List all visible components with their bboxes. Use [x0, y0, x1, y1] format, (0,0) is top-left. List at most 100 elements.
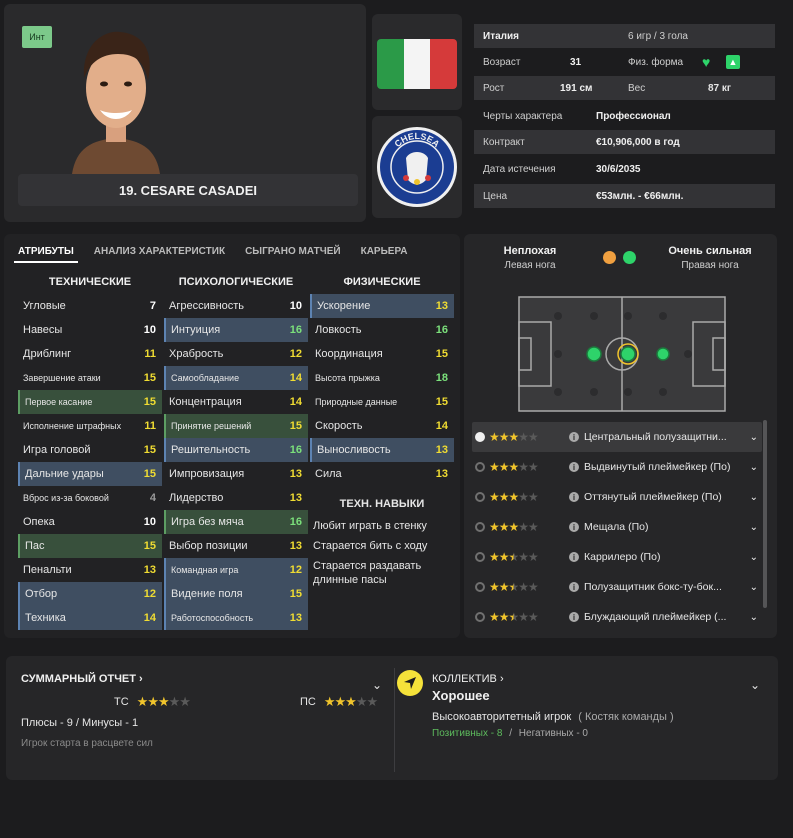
chevron-down-icon[interactable]: ⌄	[750, 462, 758, 473]
team-title[interactable]: КОЛЛЕКТИВ ›	[432, 673, 504, 685]
summary-expand-chevron-icon[interactable]: ⌄	[372, 678, 382, 692]
attribute-row[interactable]: Храбрость 12	[164, 342, 308, 366]
nation-flag-panel[interactable]	[372, 14, 462, 110]
attribute-value: 4	[149, 492, 156, 504]
attribute-row[interactable]: Ловкость 16	[310, 318, 454, 342]
role-radio[interactable]	[475, 522, 485, 532]
tab-career[interactable]: КАРЬЕРА	[357, 242, 412, 263]
attribute-row[interactable]: Агрессивность 10	[164, 294, 308, 318]
attribute-value: 15	[289, 420, 302, 432]
attribute-row[interactable]: Исполнение штрафных 11	[18, 414, 162, 438]
attribute-row[interactable]: Игра головой 15	[18, 438, 162, 462]
role-radio[interactable]	[475, 612, 485, 622]
chevron-down-icon[interactable]: ⌄	[750, 582, 758, 593]
attribute-row[interactable]: Высота прыжка 18	[310, 366, 454, 390]
info-icon[interactable]: i	[569, 522, 579, 532]
attribute-row[interactable]: Решительность 16	[164, 438, 308, 462]
age-value: 31	[570, 56, 582, 68]
role-radio[interactable]	[475, 582, 485, 592]
attribute-value: 15	[143, 444, 156, 456]
role-label: Полузащитник бокс-ту-бок...	[584, 581, 722, 593]
role-item[interactable]: ★★★★★ i Мещала (По) ⌄	[472, 512, 762, 542]
role-item[interactable]: ★★★★★ i Оттянутый плеймейкер (По) ⌄	[472, 482, 762, 512]
attribute-row[interactable]: Пас 15	[18, 534, 162, 558]
role-item[interactable]: ★★★★★ i Выдвинутый плеймейкер (По) ⌄	[472, 452, 762, 482]
info-icon[interactable]: i	[569, 492, 579, 502]
info-icon[interactable]: i	[569, 432, 579, 442]
chevron-down-icon[interactable]: ⌄	[750, 522, 758, 533]
info-height-row: Рост 191 см Вес 87 кг	[474, 76, 775, 100]
role-list-scrollbar[interactable]	[763, 420, 767, 608]
attribute-label: Навесы	[23, 324, 63, 336]
position-pitch[interactable]	[518, 296, 726, 412]
role-radio[interactable]	[475, 432, 485, 442]
tab-analysis[interactable]: АНАЛИЗ ХАРАКТЕРИСТИК	[90, 242, 229, 263]
role-item[interactable]: ★★★★★ i Каррилеро (По) ⌄	[472, 542, 762, 572]
role-radio[interactable]	[475, 462, 485, 472]
attribute-row[interactable]: Работоспособность 13	[164, 606, 308, 630]
attribute-value: 13	[289, 492, 302, 504]
role-item[interactable]: ★★★★★ i Полузащитник бокс-ту-бок... ⌄	[472, 572, 762, 602]
attribute-row[interactable]: Концентрация 14	[164, 390, 308, 414]
role-badge: Инт	[22, 26, 52, 48]
attribute-row[interactable]: Дальние удары 15	[18, 462, 162, 486]
attribute-row[interactable]: Вброс из-за боковой 4	[18, 486, 162, 510]
attribute-row[interactable]: Командная игра 12	[164, 558, 308, 582]
attribute-label: Опека	[23, 516, 55, 528]
attribute-row[interactable]: Дриблинг 11	[18, 342, 162, 366]
info-icon[interactable]: i	[569, 462, 579, 472]
chevron-down-icon[interactable]: ⌄	[750, 492, 758, 503]
attribute-row[interactable]: Природные данные 15	[310, 390, 454, 414]
attribute-value: 16	[289, 324, 302, 336]
skill-item: Старается раздавать длинные пасы	[313, 560, 422, 586]
skill-item: Любит играть в стенку	[313, 520, 427, 532]
tab-matches[interactable]: СЫГРАНО МАТЧЕЙ	[241, 242, 345, 263]
attribute-label: Отбор	[25, 588, 58, 600]
attribute-row[interactable]: Видение поля 15	[164, 582, 308, 606]
info-icon[interactable]: i	[569, 582, 579, 592]
attribute-row[interactable]: Выносливость 13	[310, 438, 454, 462]
chevron-down-icon[interactable]: ⌄	[750, 612, 758, 623]
chevron-down-icon[interactable]: ⌄	[750, 552, 758, 563]
attribute-row[interactable]: Техника 14	[18, 606, 162, 630]
attribute-label: Пенальти	[23, 564, 72, 576]
role-radio[interactable]	[475, 552, 485, 562]
attribute-row[interactable]: Игра без мяча 16	[164, 510, 308, 534]
attribute-row[interactable]: Интуиция 16	[164, 318, 308, 342]
left-foot-indicator	[603, 251, 616, 264]
team-expand-chevron-icon[interactable]: ⌄	[750, 678, 760, 692]
physical-column: ФИЗИЧЕСКИЕ Ускорение 13 Ловкость 16 Координа…	[310, 270, 454, 590]
role-item[interactable]: ★★★★★ i Блуждающий плеймейкер (... ⌄	[472, 602, 762, 632]
info-icon[interactable]: i	[569, 612, 579, 622]
right-foot-indicator	[623, 251, 636, 264]
info-icon[interactable]: i	[569, 552, 579, 562]
attribute-row[interactable]: Координация 15	[310, 342, 454, 366]
role-item[interactable]: ★★★★★ i Центральный полузащитни... ⌄	[472, 422, 762, 452]
attribute-row[interactable]: Пенальти 13	[18, 558, 162, 582]
attribute-value: 10	[289, 300, 302, 312]
attribute-row[interactable]: Импровизация 13	[164, 462, 308, 486]
attribute-row[interactable]: Самообладание 14	[164, 366, 308, 390]
attribute-row[interactable]: Сила 13	[310, 462, 454, 486]
attribute-row[interactable]: Первое касание 15	[18, 390, 162, 414]
attribute-row[interactable]: Выбор позиции 13	[164, 534, 308, 558]
info-expiry-row: Дата истечения 30/6/2035	[474, 157, 775, 181]
attribute-row[interactable]: Опека 10	[18, 510, 162, 534]
attribute-row[interactable]: Завершение атаки 15	[18, 366, 162, 390]
club-crest-panel[interactable]: CHELSEA	[372, 116, 462, 218]
chevron-down-icon[interactable]: ⌄	[750, 432, 758, 443]
summary-title[interactable]: СУММАРНЫЙ ОТЧЕТ ›	[21, 673, 143, 685]
attribute-row[interactable]: Скорость 14	[310, 414, 454, 438]
role-radio[interactable]	[475, 492, 485, 502]
attribute-row[interactable]: Навесы 10	[18, 318, 162, 342]
attribute-row[interactable]: Лидерство 13	[164, 486, 308, 510]
tab-attributes[interactable]: АТРИБУТЫ	[14, 242, 78, 263]
attribute-row[interactable]: Ускорение 13	[310, 294, 454, 318]
attribute-label: Угловые	[23, 300, 66, 312]
attribute-row[interactable]: Угловые 7	[18, 294, 162, 318]
attribute-row[interactable]: Отбор 12	[18, 582, 162, 606]
attribute-row[interactable]: Принятие решений 15	[164, 414, 308, 438]
pc-stars-icon: ★★★★★	[323, 694, 378, 709]
attribute-label: Выносливость	[317, 444, 391, 456]
team-status: Хорошее	[432, 688, 490, 703]
